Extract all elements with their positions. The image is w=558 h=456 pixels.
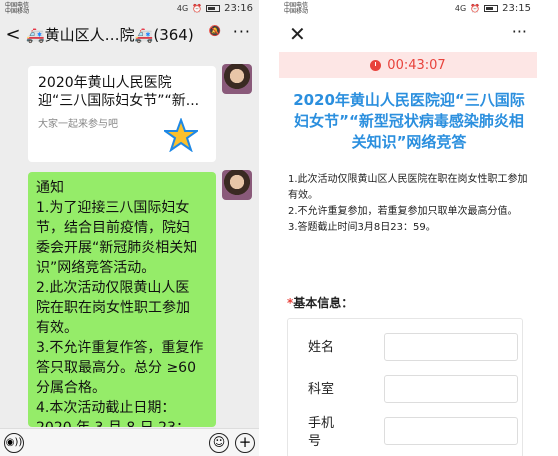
emoji-icon[interactable]: ☺ (209, 433, 229, 453)
countdown-timer: 00:43:07 (279, 52, 537, 78)
notice-line: 有效。 (36, 320, 78, 336)
more-icon[interactable]: ··· (512, 22, 527, 41)
name-label: 姓名 (308, 340, 335, 355)
notice-line: 答只取最高分。总分 ≥60 (36, 360, 196, 376)
department-label: 科室 (308, 382, 335, 397)
stopwatch-icon (370, 59, 382, 71)
notice-line: 2.此次活动仅限黄山人医 (36, 280, 190, 296)
status-bar: 中国电信 中国移动 4G ⏰ 23:15 (279, 0, 537, 18)
avatar[interactable] (222, 170, 252, 200)
notice-line: 3.不允许重复作答，重复作 (36, 340, 204, 356)
notice-line: 2020 年 3 月 8 日 23：59。 (36, 418, 208, 427)
chat-screen: 中国电信 中国移动 4G ⏰ 23:16 < 🚑黄山区人…院🚑(364) 🔕 ·… (0, 0, 259, 456)
notice-line: 委会开展“新冠肺炎相关知 (36, 240, 198, 256)
rule-item: 2.不允许重复参加，若重复参加只取单次最高分值。 (288, 206, 518, 217)
avatar[interactable] (222, 64, 252, 94)
alarm-icon: ⏰ (192, 4, 203, 13)
more-icon[interactable]: ··· (233, 22, 251, 41)
notice-line: 节，结合目前疫情，院妇 (36, 220, 190, 236)
rules-list: 1.此次活动仅限黄山区人民医院在职在岗女性职工参加有效。 2.不允许重复参加，若… (288, 172, 528, 236)
status-time: 23:15 (502, 3, 531, 14)
notice-line: 4.本次活动截止日期： (36, 400, 176, 416)
carrier-2: 中国移动 (284, 8, 309, 15)
phone-label-line1: 手机 (308, 416, 335, 431)
notice-line: 识”网络竞答活动。 (36, 260, 156, 276)
status-bar: 中国电信 中国移动 4G ⏰ 23:16 (0, 0, 259, 18)
notice-message[interactable]: 通知 1.为了迎接三八国际妇女 节，结合目前疫情，院妇 委会开展“新冠肺炎相关知… (28, 172, 216, 427)
quiz-screen: 中国电信 中国移动 4G ⏰ 23:15 ✕ ··· 00:43:07 2020… (279, 0, 537, 456)
battery-icon (484, 5, 499, 12)
chat-title: 🚑黄山区人…院🚑(364) (26, 25, 194, 44)
notice-title: 通知 (36, 180, 64, 196)
quiz-title: 2020年黄山人民医院迎“三八国际妇女节”“新型冠状病毒感染肺炎相关知识”网络竞… (293, 91, 525, 151)
battery-icon (206, 5, 221, 12)
basic-info-form: 姓名 科室 手机 号 (287, 318, 523, 456)
notice-line: 院在职在岗女性职工参加 (36, 300, 190, 316)
card-title: 2020年黄山人民医院迎“三八国际妇女节”“新... (38, 75, 200, 109)
notice-line: 分属合格。 (36, 380, 106, 396)
voice-icon[interactable]: ◉)) (4, 433, 24, 453)
name-input[interactable] (384, 333, 518, 361)
phone-label: 手机 号 (308, 415, 334, 451)
mute-icon: 🔕 (208, 26, 221, 37)
rule-item: 3.答题截止时间3月8日23：59。 (288, 222, 436, 233)
signal-icon: 4G (454, 4, 467, 13)
plus-icon[interactable]: + (235, 433, 255, 453)
chat-header: < 🚑黄山区人…院🚑(364) 🔕 ··· (0, 18, 259, 50)
status-time: 23:16 (224, 3, 253, 14)
notice-line: 1.为了迎接三八国际妇女 (36, 200, 190, 216)
carrier-2: 中国移动 (5, 8, 30, 15)
rule-item: 1.此次活动仅限黄山区人民医院在职在岗女性职工参加有效。 (288, 174, 528, 201)
signal-icon: 4G (176, 4, 189, 13)
input-bar: ◉)) ☺ + (0, 428, 259, 456)
phone-label-line2: 号 (308, 434, 322, 449)
section-title: *基本信息： (287, 294, 353, 311)
timer-text: 00:43:07 (387, 57, 446, 73)
department-input[interactable] (384, 375, 518, 403)
back-icon[interactable]: < (2, 24, 24, 45)
close-icon[interactable]: ✕ (289, 22, 306, 46)
carrier-info: 中国电信 中国移动 (5, 3, 45, 15)
phone-input[interactable] (384, 417, 518, 445)
alarm-icon: ⏰ (470, 4, 481, 13)
carrier-info: 中国电信 中国移动 (284, 3, 324, 15)
quiz-header: ✕ ··· (279, 18, 537, 52)
section-title-text: 基本信息： (293, 296, 354, 310)
star-icon (164, 118, 198, 152)
shared-link-card[interactable]: 2020年黄山人民医院迎“三八国际妇女节”“新... 大家一起来参与吧 (28, 66, 216, 162)
